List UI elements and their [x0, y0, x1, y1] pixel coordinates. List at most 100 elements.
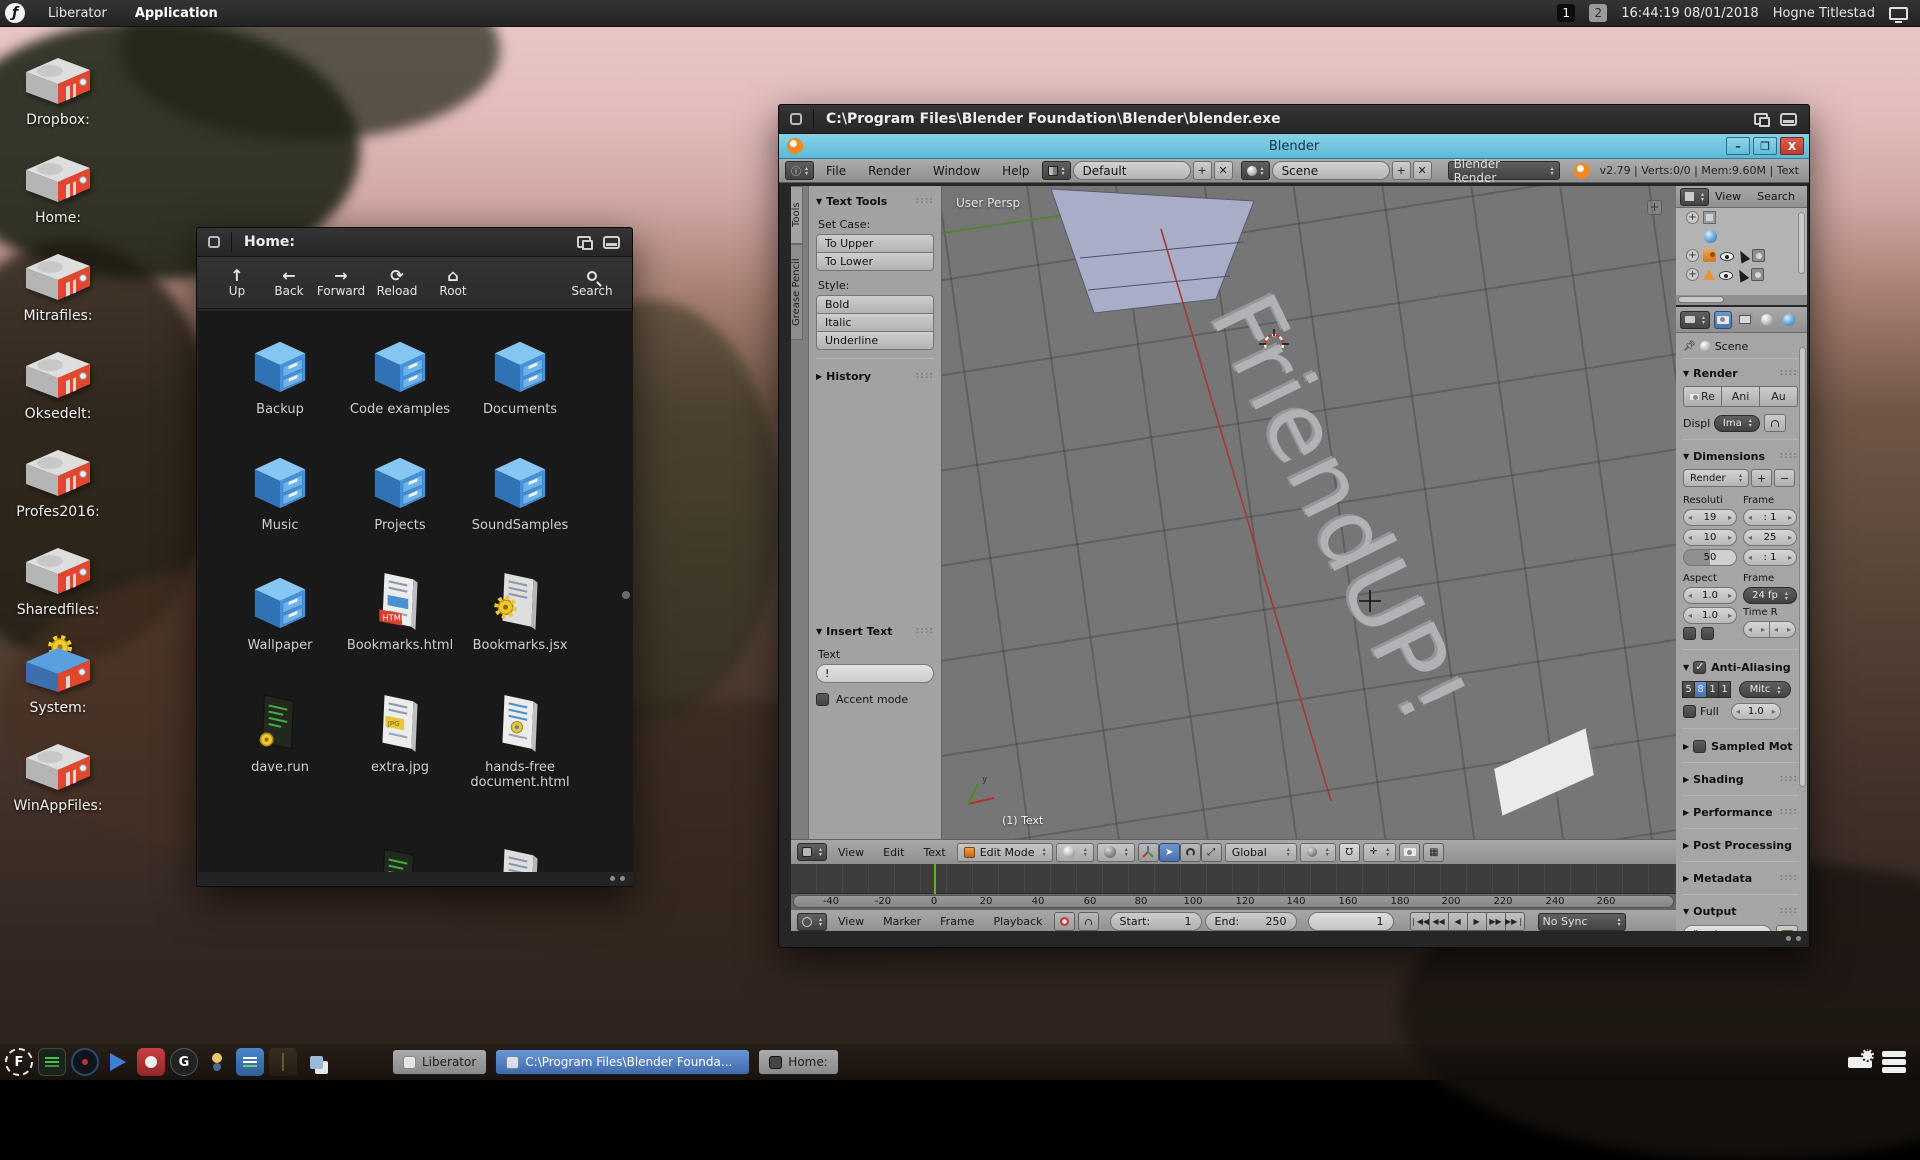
end-frame-field[interactable]: End:250: [1205, 912, 1297, 931]
up-button[interactable]: ↑ Up: [211, 267, 263, 298]
preset-dropdown[interactable]: Render▴▾: [1683, 469, 1749, 487]
desktop-icon-system[interactable]: System:: [0, 634, 116, 716]
back-button[interactable]: ← Back: [263, 267, 315, 298]
proportional-edit-dropdown[interactable]: ▴▾: [1300, 843, 1336, 862]
tab-scene[interactable]: [1758, 311, 1776, 329]
delete-scene-button[interactable]: ✕: [1413, 161, 1432, 180]
file-item-bookmarks-html[interactable]: Bookmarks.html: [340, 568, 460, 653]
scene-icon-dropdown[interactable]: ▴▾: [1241, 161, 1270, 180]
render-still-button[interactable]: Re: [1683, 386, 1722, 407]
crop-checkbox[interactable]: [1701, 627, 1714, 640]
detach-window-icon[interactable]: [577, 236, 591, 248]
region-expand-icon[interactable]: +: [1647, 200, 1662, 215]
start-frame-field[interactable]: Start:1: [1110, 912, 1202, 931]
h-scrollbar[interactable]: [1676, 295, 1807, 305]
editor-type-dropdown[interactable]: ▴▾: [1680, 188, 1709, 206]
rotate-manipulator-button[interactable]: [1180, 843, 1201, 862]
lock-icon[interactable]: [1078, 912, 1099, 931]
file-manager-titlebar[interactable]: Home:: [197, 228, 632, 257]
restore-button[interactable]: ❐: [1753, 137, 1777, 155]
friend-logo-icon[interactable]: F: [5, 1048, 33, 1076]
editor-type-dropdown[interactable]: ▴▾: [797, 843, 827, 861]
panel-grip-icon[interactable]: ::::: [916, 196, 934, 206]
render-opengl-button[interactable]: [1399, 843, 1420, 862]
render-restrict-icon[interactable]: [1752, 249, 1765, 262]
full-sample-checkbox[interactable]: [1683, 705, 1696, 718]
desktop-icon-mitrafiles[interactable]: Mitrafiles:: [0, 246, 116, 324]
visibility-eye-icon[interactable]: [1720, 252, 1734, 261]
orientation-dropdown[interactable]: Global▴▾: [1225, 843, 1297, 862]
root-button[interactable]: ⌂ Root: [427, 267, 479, 298]
menu-application[interactable]: Application: [121, 0, 232, 26]
render-audio-button[interactable]: Au: [1759, 386, 1798, 407]
render-animation-button[interactable]: ▦: [1423, 843, 1444, 862]
time-old-field[interactable]: ◂▸: [1743, 621, 1770, 638]
resize-grip[interactable]: [1786, 936, 1801, 941]
file-item-documents[interactable]: Documents: [460, 332, 580, 417]
taskbar-button-home[interactable]: Home:: [758, 1049, 838, 1075]
anti-aliasing-checkbox[interactable]: [1693, 661, 1706, 674]
panel-post-processing[interactable]: ▶Post Processing: [1683, 836, 1798, 854]
panel-grip-icon[interactable]: ::::: [1780, 807, 1798, 817]
file-list-area[interactable]: Backup Code examples Documents Music Pro…: [198, 311, 633, 874]
panel-grip-icon[interactable]: ::::: [1780, 774, 1798, 784]
menu-view[interactable]: View: [830, 846, 872, 859]
accent-mode-checkbox[interactable]: [816, 693, 829, 706]
editor-type-dropdown[interactable]: ⓘ▴▾: [785, 161, 814, 180]
disk-status-icon[interactable]: [1848, 1057, 1872, 1068]
file-item-projects[interactable]: Projects: [340, 448, 460, 533]
render-restrict-icon[interactable]: [1751, 268, 1764, 281]
desktop-icon-sharedfiles[interactable]: Sharedfiles:: [0, 540, 116, 618]
sync-dropdown[interactable]: No Sync▴▾: [1538, 913, 1626, 931]
resolution-percent-slider[interactable]: 50: [1683, 549, 1737, 566]
time-new-field[interactable]: ◂▸: [1769, 621, 1796, 638]
radar-icon[interactable]: [71, 1048, 99, 1076]
panel-performance[interactable]: ▶Performance::::: [1683, 803, 1798, 821]
expand-icon[interactable]: +: [1686, 249, 1699, 262]
blender-window-titlebar[interactable]: C:\Program Files\Blender Foundation\Blen…: [779, 105, 1809, 134]
file-item-music[interactable]: Music: [220, 448, 340, 533]
add-scene-button[interactable]: +: [1392, 161, 1411, 180]
resolution-y-field[interactable]: ◂10▸: [1683, 529, 1737, 546]
tab-world[interactable]: [1780, 311, 1798, 329]
menu-edit[interactable]: Edit: [875, 846, 912, 859]
display-dropdown[interactable]: Ima▴▾: [1714, 415, 1760, 432]
menu-help[interactable]: Help: [992, 164, 1039, 178]
resize-grip[interactable]: [610, 876, 625, 881]
panel-dimensions[interactable]: ▼Dimensions::::: [1683, 447, 1798, 465]
outliner-row-world[interactable]: [1676, 227, 1807, 246]
display-icon[interactable]: [1889, 7, 1908, 20]
detach-window-icon[interactable]: [1754, 113, 1768, 125]
menu-frame[interactable]: Frame: [932, 915, 982, 928]
menu-playback[interactable]: Playback: [985, 915, 1050, 928]
scrollbar-handle[interactable]: [622, 591, 630, 599]
aa-samples-group[interactable]: 5 8 1 1: [1683, 681, 1731, 698]
outliner-row-lamp[interactable]: +: [1676, 265, 1807, 284]
minimize-button[interactable]: –: [1726, 137, 1750, 155]
taskbar-button-blender[interactable]: C:\Program Files\Blender Founda...: [495, 1049, 750, 1075]
maximize-icon[interactable]: [603, 236, 620, 249]
aspect-x-field[interactable]: ◂1.0▸: [1683, 587, 1737, 604]
underline-button[interactable]: Underline: [816, 331, 934, 350]
manipulator-toggle-button[interactable]: [1138, 843, 1159, 862]
aa-samples-16[interactable]: 1: [1718, 681, 1731, 698]
play-reverse-button[interactable]: ◀: [1448, 912, 1468, 931]
search-button[interactable]: Search: [566, 267, 618, 298]
play-button[interactable]: ▶: [1467, 912, 1487, 931]
panel-insert-text[interactable]: ▼ Insert Text ::::: [816, 622, 934, 640]
delete-layout-button[interactable]: ✕: [1214, 161, 1233, 180]
prev-keyframe-button[interactable]: ◀◀: [1429, 912, 1449, 931]
aa-filter-dropdown[interactable]: Mitc▴▾: [1739, 681, 1791, 698]
reload-button[interactable]: ⟳ Reload: [367, 267, 427, 298]
current-frame-field[interactable]: 1: [1308, 912, 1394, 931]
snap-magnet-button[interactable]: Ʊ: [1339, 843, 1360, 862]
record-button[interactable]: [1054, 912, 1075, 931]
menu-marker[interactable]: Marker: [875, 915, 929, 928]
file-item-dave-run[interactable]: dave.run: [220, 690, 340, 775]
menu-liberator[interactable]: Liberator: [34, 0, 121, 26]
resolution-x-field[interactable]: ◂19▸: [1683, 509, 1737, 526]
italic-button[interactable]: Italic: [816, 313, 934, 332]
panel-grip-icon[interactable]: ::::: [1780, 368, 1798, 378]
outliner-row-scene[interactable]: +: [1676, 208, 1807, 227]
desktop-icon-profes2016[interactable]: Profes2016:: [0, 442, 116, 520]
